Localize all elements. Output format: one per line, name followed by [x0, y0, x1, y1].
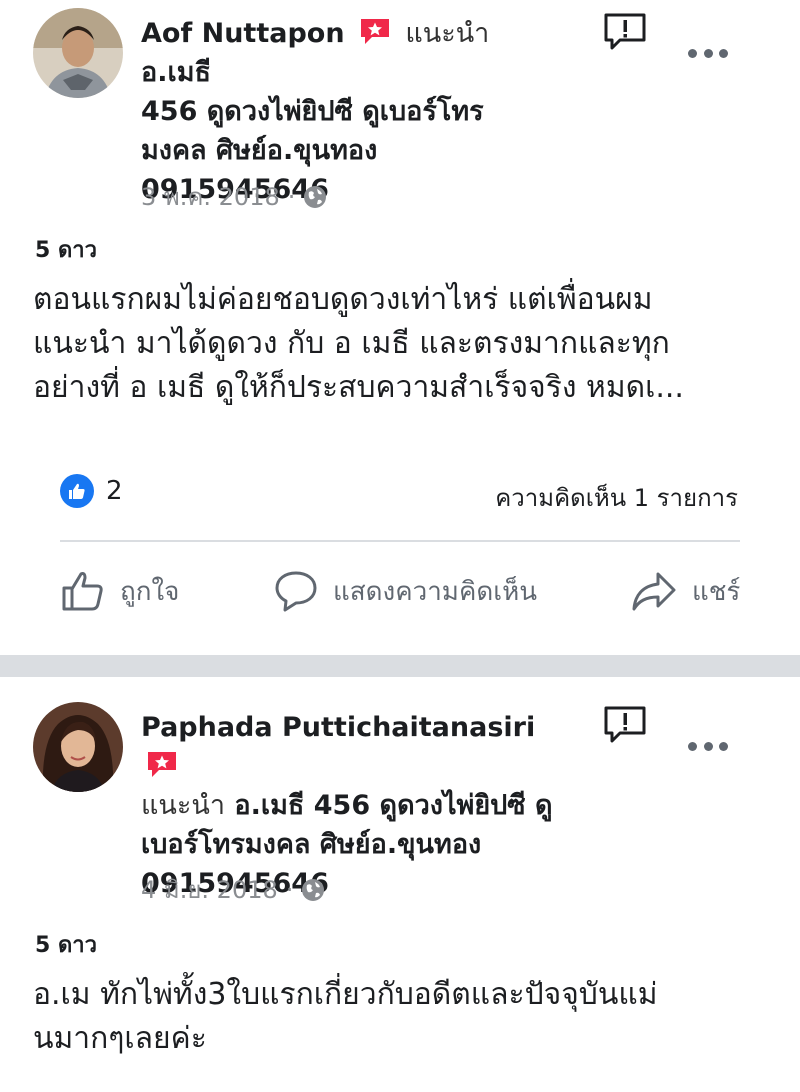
- comment-icon: [275, 571, 317, 612]
- comment-count[interactable]: ความคิดเห็น 1 รายการ: [495, 478, 738, 517]
- review-line: ตอนแรกผมไม่ค่อยชอบดูดวงเท่าไหร่ แต่เพื่อ…: [33, 282, 653, 317]
- comment-button[interactable]: แสดงความคิดเห็น: [273, 568, 537, 614]
- like-icon: [62, 572, 103, 611]
- rating-label: 5 ดาว: [35, 933, 97, 958]
- review-line: นมากๆเลยค่ะ: [33, 1021, 207, 1056]
- post-date[interactable]: 3 พ.ค. 2018: [141, 182, 280, 212]
- review-line: แนะนำ มาได้ดูดวง กับ อ เมธี และตรงมากและ…: [33, 326, 670, 361]
- reaction-summary[interactable]: 2: [60, 474, 123, 508]
- share-label: แชร์: [692, 576, 741, 607]
- recommend-badge-icon: [148, 752, 176, 777]
- avatar[interactable]: [33, 702, 123, 792]
- report-icon[interactable]: [603, 705, 647, 743]
- recommend-label: แนะนำ: [141, 790, 225, 821]
- more-icon[interactable]: [688, 46, 728, 60]
- post-header: Paphada Puttichaitanasiri แนะนำ อ.เมธี 4…: [141, 708, 561, 903]
- report-icon[interactable]: [603, 12, 647, 50]
- share-icon: [632, 572, 676, 611]
- divider: [60, 540, 740, 542]
- post-separator: [0, 655, 800, 677]
- meta-separator: ·: [285, 876, 294, 904]
- post-date[interactable]: 4 มิ.ย. 2018: [141, 875, 278, 905]
- like-count: 2: [106, 476, 123, 506]
- share-button[interactable]: แชร์: [630, 568, 740, 614]
- rating-label: 5 ดาว: [35, 238, 97, 263]
- page-name[interactable]: อ.เมธี: [141, 57, 211, 88]
- review-text: ตอนแรกผมไม่ค่อยชอบดูดวงเท่าไหร่ แต่เพื่อ…: [33, 278, 773, 410]
- like-reaction-icon: [60, 474, 94, 508]
- page-name-line[interactable]: 456 ดูดวงไพ่ยิปซี ดูเบอร์โทร: [141, 96, 484, 127]
- post-header: Aof Nuttapon แนะนำ อ.เมธี 456 ดูดวงไพ่ยิ…: [141, 14, 561, 209]
- recommend-badge-icon: [360, 19, 389, 44]
- review-text: อ.เม ทักไพ่ทั้ง3ใบแรกเกี่ยวกับอดีตและปัจ…: [33, 973, 773, 1061]
- more-icon[interactable]: [688, 739, 728, 753]
- review-line: อ.เม ทักไพ่ทั้ง3ใบแรกเกี่ยวกับอดีตและปัจ…: [33, 977, 658, 1012]
- post-meta: 3 พ.ค. 2018 ·: [141, 182, 327, 212]
- page-name[interactable]: อ.เมธี 456 ดูดวงไพ่ยิปซี ดู: [234, 790, 552, 821]
- post-meta: 4 มิ.ย. 2018 ·: [141, 875, 325, 905]
- review-line[interactable]: อย่างที่ อ เมธี ดูให้ก็ประสบความสำเร็จจร…: [33, 366, 773, 410]
- like-label: ถูกใจ: [120, 576, 180, 607]
- globe-icon: [304, 186, 327, 208]
- author-name[interactable]: Paphada Puttichaitanasiri: [141, 712, 535, 743]
- review-post: Paphada Puttichaitanasiri แนะนำ อ.เมธี 4…: [0, 677, 800, 1092]
- meta-separator: ·: [287, 183, 296, 211]
- page-name-line[interactable]: เบอร์โทรมงคล ศิษย์อ.ขุนทอง: [141, 829, 481, 860]
- recommend-label: แนะนำ: [405, 18, 490, 49]
- comment-label: แสดงความคิดเห็น: [333, 576, 538, 607]
- page-name-line[interactable]: มงคล ศิษย์อ.ขุนทอง: [141, 135, 377, 166]
- like-button[interactable]: ถูกใจ: [60, 568, 179, 614]
- author-name[interactable]: Aof Nuttapon: [141, 18, 345, 49]
- review-post: Aof Nuttapon แนะนำ อ.เมธี 456 ดูดวงไพ่ยิ…: [0, 0, 800, 655]
- avatar[interactable]: [33, 8, 123, 98]
- globe-icon: [302, 879, 325, 901]
